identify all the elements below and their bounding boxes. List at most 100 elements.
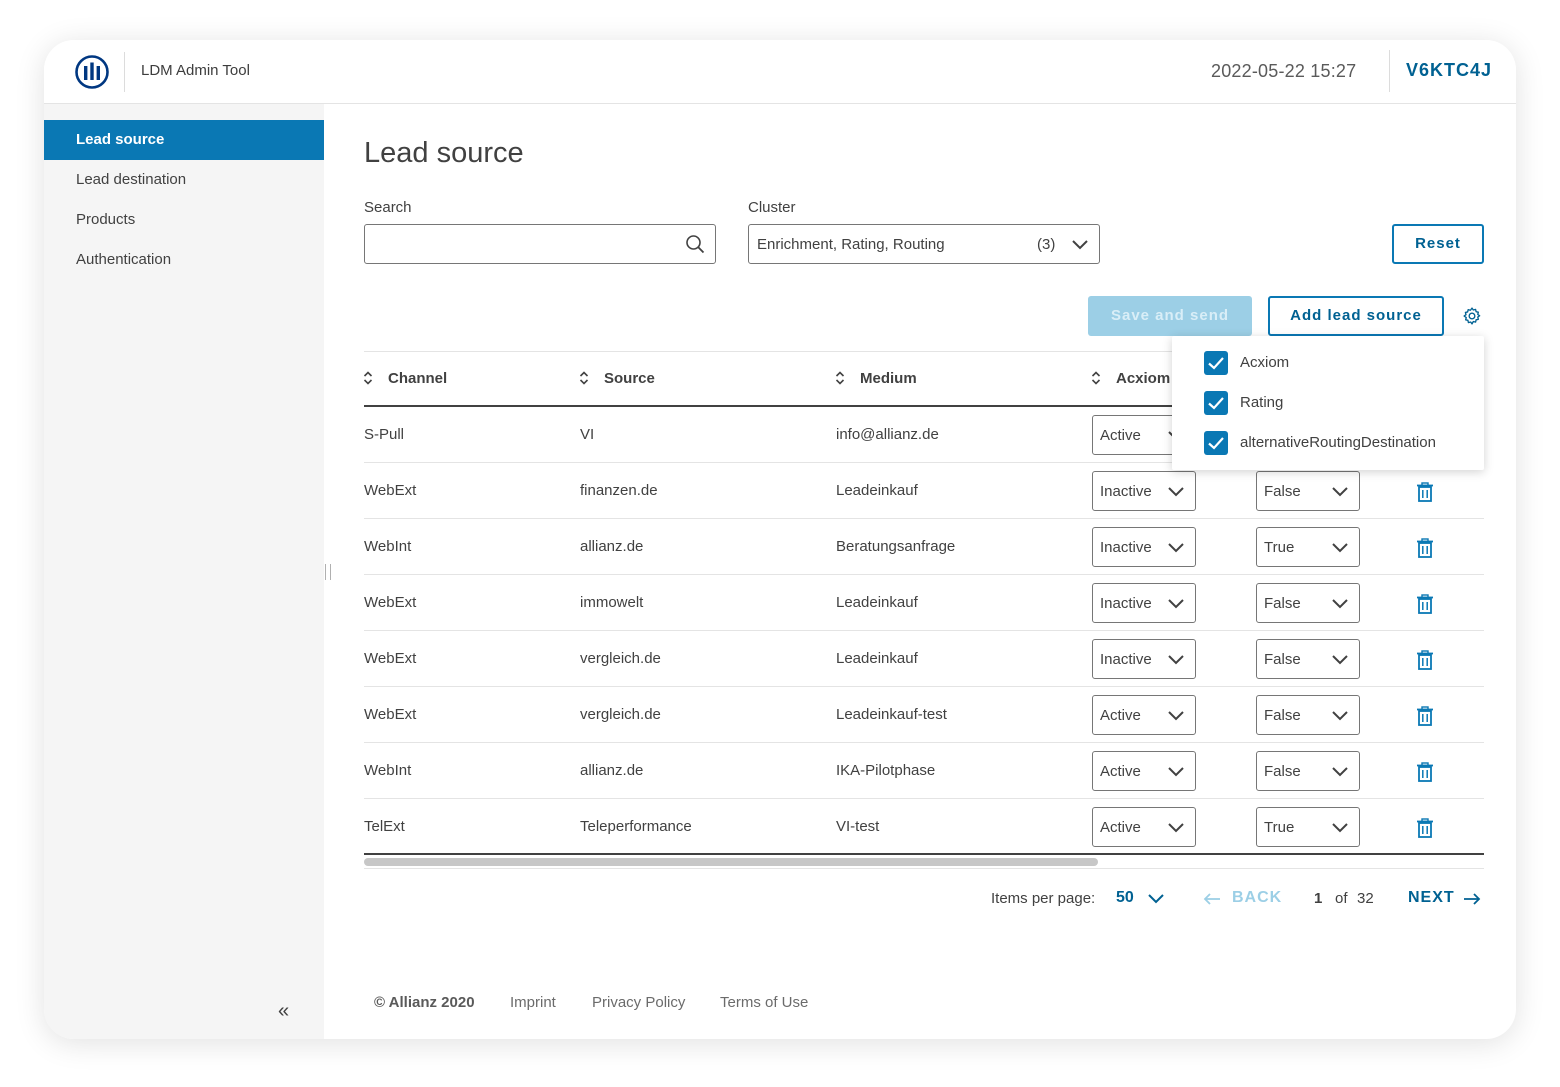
cell-channel: WebExt — [364, 650, 417, 667]
sidebar-item-products[interactable]: Products — [44, 200, 324, 240]
acxiom-status-select[interactable]: Inactive — [1092, 639, 1196, 679]
header-divider — [124, 52, 125, 92]
cell-channel: WebExt — [364, 594, 417, 611]
acxiom-status-value: Inactive — [1100, 539, 1152, 556]
footer-link-privacy-policy[interactable]: Privacy Policy — [592, 994, 685, 1011]
items-per-page-select[interactable]: 50 — [1116, 889, 1134, 907]
routing-flag-select[interactable]: False — [1256, 751, 1360, 791]
chevron-down-icon — [1168, 823, 1184, 833]
chevron-down-icon — [1168, 487, 1184, 497]
trash-icon[interactable] — [1416, 650, 1434, 670]
trash-icon[interactable] — [1416, 482, 1434, 502]
cluster-selected-count: (3) — [1037, 236, 1056, 253]
trash-icon[interactable] — [1416, 706, 1434, 726]
sidebar-item-lead-source[interactable]: Lead source — [44, 120, 324, 160]
cell-source: vergleich.de — [580, 650, 661, 667]
cell-channel: WebInt — [364, 538, 412, 555]
cell-channel: WebExt — [364, 706, 417, 723]
sort-icon[interactable] — [835, 370, 845, 386]
current-datetime: 2022-05-22 15:27 — [1211, 61, 1357, 81]
checkbox-checked-icon[interactable] — [1204, 431, 1228, 455]
save-and-send-button[interactable]: Save and send — [1088, 296, 1252, 336]
cell-source: immowelt — [580, 594, 644, 611]
cluster-label: Cluster — [748, 199, 796, 216]
scrollbar-thumb[interactable] — [364, 858, 1098, 866]
search-icon[interactable] — [685, 234, 705, 254]
search-field — [364, 224, 716, 264]
chevron-down-icon — [1168, 599, 1184, 609]
routing-flag-select[interactable]: False — [1256, 695, 1360, 735]
column-header-channel[interactable]: Channel — [388, 370, 447, 387]
table-row: WebExt vergleich.de Leadeinkauf Inactive… — [364, 631, 1484, 687]
routing-flag-select[interactable]: False — [1256, 639, 1360, 679]
gear-icon[interactable] — [1462, 306, 1482, 326]
column-header-medium[interactable]: Medium — [860, 370, 917, 387]
cell-channel: S-Pull — [364, 426, 405, 443]
cell-source: finanzen.de — [580, 482, 658, 499]
horizontal-scrollbar[interactable] — [364, 853, 1484, 869]
collapse-sidebar-icon[interactable]: « — [278, 1000, 289, 1023]
reset-button[interactable]: Reset — [1392, 224, 1484, 264]
add-lead-source-button[interactable]: Add lead source — [1268, 296, 1444, 336]
column-header-acxiom[interactable]: Acxiom — [1116, 370, 1170, 387]
acxiom-status-select[interactable]: Inactive — [1092, 471, 1196, 511]
chevron-down-icon — [1168, 711, 1184, 721]
search-input[interactable] — [365, 225, 675, 263]
checkbox-checked-icon[interactable] — [1204, 351, 1228, 375]
footer-link-terms-of-use[interactable]: Terms of Use — [720, 994, 808, 1011]
arrow-right-icon[interactable] — [1463, 893, 1481, 905]
cell-medium: info@allianz.de — [836, 426, 939, 443]
checkbox-checked-icon[interactable] — [1204, 391, 1228, 415]
table-row: WebExt immowelt Leadeinkauf Inactive Fal… — [364, 575, 1484, 631]
routing-flag-select[interactable]: False — [1256, 471, 1360, 511]
sidebar-resize-handle[interactable] — [325, 564, 331, 580]
acxiom-status-select[interactable]: Inactive — [1092, 527, 1196, 567]
acxiom-status-select[interactable]: Active — [1092, 751, 1196, 791]
routing-flag-select[interactable]: True — [1256, 807, 1360, 847]
sort-icon[interactable] — [579, 370, 589, 386]
allianz-logo-icon[interactable] — [75, 55, 109, 89]
sort-icon[interactable] — [1091, 370, 1101, 386]
current-page: 1 — [1314, 890, 1323, 907]
chevron-down-icon[interactable] — [1147, 893, 1165, 905]
trash-icon[interactable] — [1416, 538, 1434, 558]
routing-flag-value: False — [1264, 483, 1301, 500]
cell-medium: Leadeinkauf — [836, 482, 918, 499]
chevron-down-icon — [1168, 767, 1184, 777]
chevron-down-icon — [1332, 599, 1348, 609]
sidebar: Lead source Lead destination Products Au… — [44, 104, 324, 1039]
items-per-page-label: Items per page: — [991, 890, 1096, 907]
footer-link-imprint[interactable]: Imprint — [510, 994, 556, 1011]
user-id[interactable]: V6KTC4J — [1406, 60, 1492, 81]
sidebar-item-lead-destination[interactable]: Lead destination — [44, 160, 324, 200]
acxiom-status-select[interactable]: Active — [1092, 807, 1196, 847]
column-option-label: alternativeRoutingDestination — [1240, 434, 1436, 451]
cell-medium: IKA-Pilotphase — [836, 762, 936, 779]
sidebar-item-authentication[interactable]: Authentication — [44, 240, 324, 280]
trash-icon[interactable] — [1416, 818, 1434, 838]
back-button[interactable]: BACK — [1232, 889, 1282, 907]
acxiom-status-value: Inactive — [1100, 483, 1152, 500]
routing-flag-value: False — [1264, 763, 1301, 780]
table-row: TelExt Teleperformance VI-test Active Tr… — [364, 799, 1484, 855]
cell-medium: Leadeinkauf-test — [836, 706, 947, 723]
cluster-select[interactable]: Enrichment, Rating, Routing (3) — [748, 224, 1100, 264]
routing-flag-value: True — [1264, 819, 1295, 836]
column-header-source[interactable]: Source — [604, 370, 655, 387]
acxiom-status-select[interactable]: Inactive — [1092, 583, 1196, 623]
cell-channel: WebExt — [364, 482, 417, 499]
routing-flag-select[interactable]: False — [1256, 583, 1360, 623]
cell-source: allianz.de — [580, 762, 644, 779]
sort-icon[interactable] — [363, 370, 373, 386]
acxiom-status-select[interactable]: Active — [1092, 695, 1196, 735]
trash-icon[interactable] — [1416, 594, 1434, 614]
next-button[interactable]: NEXT — [1408, 889, 1455, 907]
cell-channel: TelExt — [364, 818, 405, 835]
routing-flag-select[interactable]: True — [1256, 527, 1360, 567]
trash-icon[interactable] — [1416, 762, 1434, 782]
table-row: WebInt allianz.de Beratungsanfrage Inact… — [364, 519, 1484, 575]
cell-medium: Beratungsanfrage — [836, 538, 956, 555]
cell-medium: Leadeinkauf — [836, 594, 918, 611]
acxiom-status-value: Active — [1100, 763, 1141, 780]
table-row: WebInt allianz.de IKA-Pilotphase Active … — [364, 743, 1484, 799]
